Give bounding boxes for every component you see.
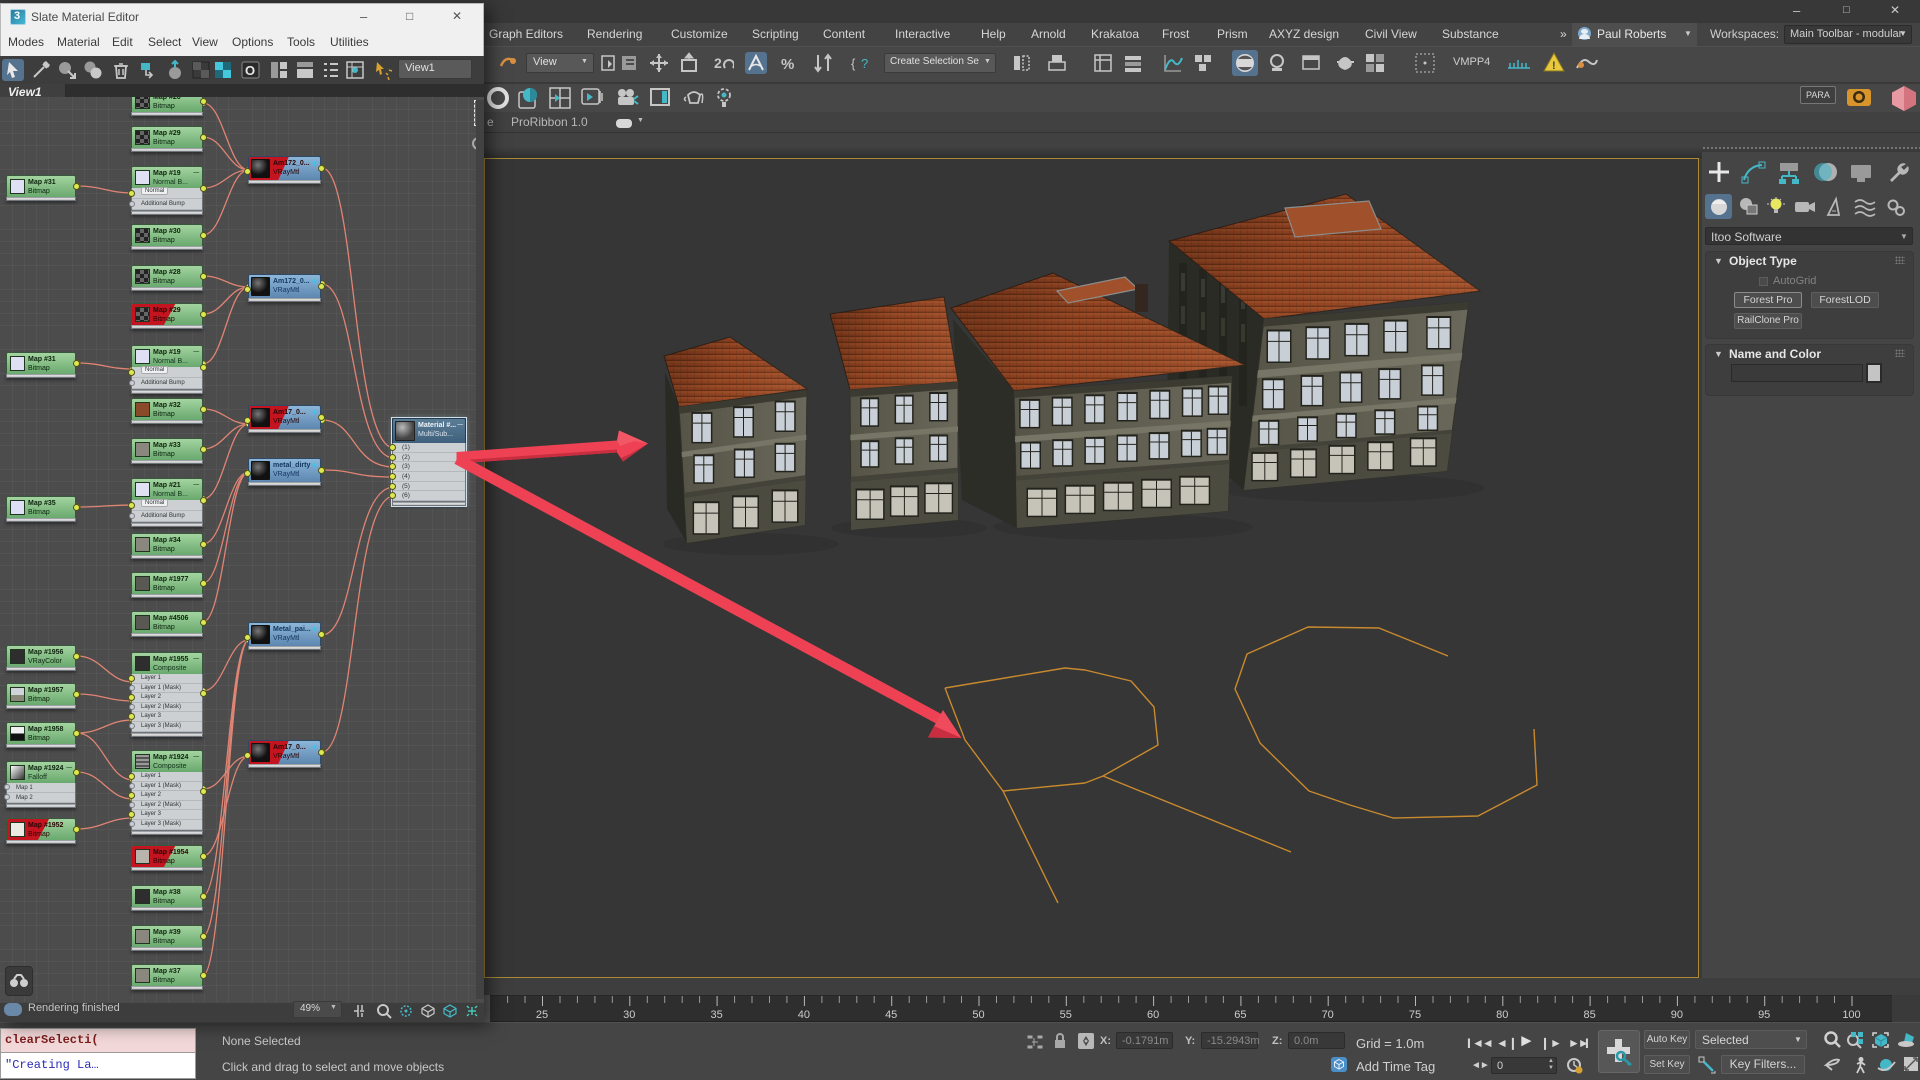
svg-text:O: O <box>245 63 255 78</box>
svg-text:50: 50 <box>972 1009 984 1021</box>
svg-text:60: 60 <box>1147 1009 1159 1021</box>
svg-text:85: 85 <box>1583 1009 1595 1021</box>
svg-text:40: 40 <box>798 1009 810 1021</box>
svg-text:35: 35 <box>710 1009 722 1021</box>
svg-text:80: 80 <box>1496 1009 1508 1021</box>
svg-text:90: 90 <box>1671 1009 1683 1021</box>
svg-text:45: 45 <box>885 1009 897 1021</box>
svg-text:?: ? <box>861 56 868 71</box>
svg-text:100: 100 <box>1842 1009 1860 1021</box>
svg-text:70: 70 <box>1322 1009 1334 1021</box>
svg-text:%: % <box>781 56 794 73</box>
svg-text:2: 2 <box>714 55 722 71</box>
svg-text:65: 65 <box>1234 1009 1246 1021</box>
svg-text:25: 25 <box>536 1009 548 1021</box>
svg-text:75: 75 <box>1409 1009 1421 1021</box>
svg-text:!: ! <box>1552 60 1556 72</box>
svg-text:55: 55 <box>1060 1009 1072 1021</box>
svg-text:30: 30 <box>623 1009 635 1021</box>
svg-text:{: { <box>851 56 856 71</box>
svg-text:95: 95 <box>1758 1009 1770 1021</box>
